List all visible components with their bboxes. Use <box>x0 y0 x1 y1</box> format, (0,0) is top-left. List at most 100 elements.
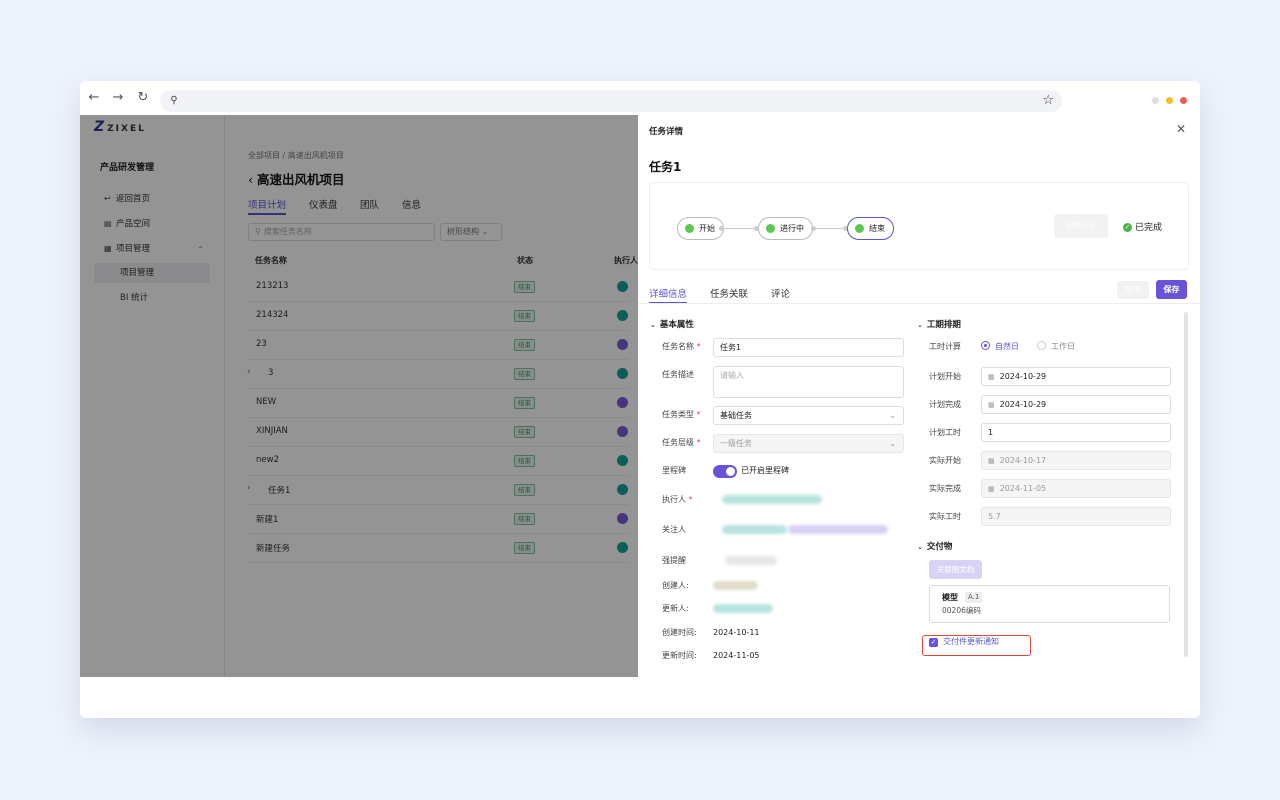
tab-detail-info[interactable]: 详细信息 <box>649 286 688 304</box>
forward-icon[interactable]: → <box>110 90 126 106</box>
scrollbar[interactable] <box>1184 312 1188 657</box>
creator-value-blurred <box>713 581 758 590</box>
flow-connector <box>816 228 843 229</box>
section-title: 交付物 <box>926 542 953 552</box>
task-desc-textarea[interactable]: 请输入 <box>713 366 904 398</box>
section-title: 基本属性 <box>659 320 694 330</box>
milestone-toggle[interactable] <box>713 465 737 478</box>
required-mark: * <box>688 495 693 504</box>
plan-hours-input[interactable]: 1 <box>981 423 1171 442</box>
chevron-down-icon: ⌄ <box>650 321 656 329</box>
label-actual-start: 实际开始 <box>929 456 961 465</box>
radio-label: 自然日 <box>995 342 1019 351</box>
actual-hours-input[interactable]: 5.7 <box>981 507 1171 526</box>
calendar-icon: ▦ <box>988 401 995 409</box>
radio-dot <box>1037 341 1046 350</box>
section-schedule[interactable]: ⌄ 工期排期 <box>917 318 961 330</box>
label-remind: 强提醒 <box>662 556 686 565</box>
tab-comments[interactable]: 评论 <box>771 286 790 300</box>
highlight-box <box>922 635 1031 656</box>
required-mark: * <box>696 438 701 447</box>
radio-work-day[interactable]: 工作日 <box>1037 338 1075 356</box>
label-created-time: 创建时间: <box>662 628 697 637</box>
select-value: 一级任务 <box>720 439 752 448</box>
window-dot-gray[interactable] <box>1152 97 1159 104</box>
task-name-input[interactable]: 任务1 <box>713 338 904 357</box>
divider <box>638 303 1200 304</box>
date-value: 2024-10-29 <box>999 400 1047 409</box>
label-text: 任务名称 <box>662 342 694 351</box>
label-text: 任务类型 <box>662 410 694 419</box>
flow-node-start[interactable]: 开始 <box>677 217 724 240</box>
rollback-button[interactable]: 回退节点 <box>1054 214 1108 238</box>
label-milestone: 里程碑 <box>662 466 686 475</box>
label-text: 执行人 <box>662 495 686 504</box>
actual-start-input[interactable]: ▦ 2024-10-17 <box>981 451 1171 470</box>
window-dot-yellow[interactable] <box>1166 97 1173 104</box>
window-dot-red[interactable] <box>1180 97 1187 104</box>
status-badge: ✓ 已完成 <box>1123 220 1162 233</box>
flow-node-end[interactable]: 结束 <box>847 217 894 240</box>
modal-overlay[interactable] <box>80 115 638 677</box>
label-task-type: 任务类型 * <box>662 406 701 424</box>
chevron-down-icon: ⌄ <box>917 543 923 551</box>
link-document-button[interactable]: 关联图文档 <box>929 560 982 579</box>
section-basic[interactable]: ⌄ 基本属性 <box>650 318 694 330</box>
label-task-desc: 任务描述 <box>662 370 694 379</box>
plan-start-input[interactable]: ▦ 2024-10-29 <box>981 367 1171 386</box>
section-deliverables[interactable]: ⌄ 交付物 <box>917 540 952 552</box>
bookmark-star-icon[interactable]: ☆ <box>1042 92 1054 110</box>
remind-value-blurred[interactable] <box>725 556 777 565</box>
tab-task-relations[interactable]: 任务关联 <box>710 286 748 300</box>
task-name-heading: 任务1 <box>649 160 682 174</box>
label-task-level: 任务层级 * <box>662 434 701 452</box>
label-updated-time: 更新时间: <box>662 651 697 660</box>
updater-value-blurred <box>713 604 773 613</box>
radio-natural-day[interactable]: 自然日 <box>981 338 1019 356</box>
actual-end-input[interactable]: ▦ 2024-11-05 <box>981 479 1171 498</box>
close-icon[interactable]: ✕ <box>1176 122 1186 136</box>
browser-window: ← → ↻ ⚲ ☆ Z ZIXEL 产品研发管理 ↩ 返回首页 ▤ 产品空间 ▦ 项目管… <box>80 81 1200 718</box>
follower-value-blurred[interactable] <box>788 525 888 534</box>
site-settings-icon[interactable]: ⚲ <box>166 93 182 109</box>
calendar-icon: ▦ <box>988 373 995 381</box>
deliverable-card[interactable]: 模型 A.1 00206编码 <box>929 585 1170 623</box>
flow-node-label: 结束 <box>869 224 885 233</box>
date-value: 2024-10-29 <box>999 372 1047 381</box>
task-level-select[interactable]: 一级任务 ⌄ <box>713 434 904 453</box>
flow-node-in-progress[interactable]: 进行中 <box>758 217 813 240</box>
label-task-name: 任务名称 * <box>662 338 701 356</box>
save-button[interactable]: 保存 <box>1156 280 1187 299</box>
plan-end-input[interactable]: ▦ 2024-10-29 <box>981 395 1171 414</box>
calendar-icon: ▦ <box>988 485 995 493</box>
version-badge: A.1 <box>965 592 983 603</box>
back-icon[interactable]: ← <box>86 90 102 106</box>
date-value: 2024-10-17 <box>999 456 1047 465</box>
milestone-text: 已开启里程碑 <box>741 466 789 475</box>
label-plan-end: 计划完成 <box>929 400 961 409</box>
chevron-down-icon: ⌄ <box>889 439 896 448</box>
deliverable-name: 模型 <box>942 593 958 602</box>
address-bar[interactable]: ⚲ ☆ <box>160 90 1062 112</box>
chevron-down-icon: ⌄ <box>889 411 896 420</box>
status-dot <box>685 224 694 233</box>
label-actual-end: 实际完成 <box>929 484 961 493</box>
required-mark: * <box>696 410 701 419</box>
status-dot <box>766 224 775 233</box>
task-type-select[interactable]: 基础任务 ⌄ <box>713 406 904 425</box>
label-creator: 创建人: <box>662 581 689 590</box>
status-text: 已完成 <box>1135 223 1163 233</box>
label-hours-calc: 工时计算 <box>929 342 961 351</box>
label-text: 任务层级 <box>662 438 694 447</box>
browser-toolbar: ← → ↻ ⚲ ☆ <box>80 81 1200 115</box>
reload-icon[interactable]: ↻ <box>135 90 151 106</box>
follower-value-blurred[interactable] <box>722 525 787 534</box>
workflow-card: 开始 进行中 结束 回退节点 ✓ 已完成 <box>649 182 1189 270</box>
assignee-value-blurred[interactable] <box>722 495 822 504</box>
label-updater: 更新人: <box>662 604 689 613</box>
updated-time-value: 2024-11-05 <box>713 651 760 660</box>
radio-dot <box>981 341 990 350</box>
cancel-button[interactable]: 取消 <box>1117 281 1149 299</box>
label-plan-start: 计划开始 <box>929 372 961 381</box>
status-dot <box>855 224 864 233</box>
